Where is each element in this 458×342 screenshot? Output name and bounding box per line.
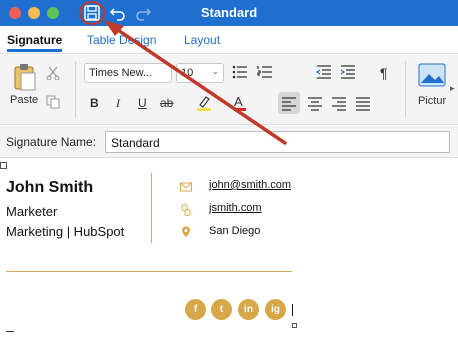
pilcrow-icon[interactable]: ¶ — [380, 65, 388, 81]
ribbon-separator — [75, 61, 76, 117]
tab-table-design[interactable]: Table Design — [87, 33, 156, 47]
highlighter-icon[interactable] — [196, 94, 212, 117]
signature-editor[interactable]: John Smith Marketer Marketing | HubSpot … — [0, 159, 458, 342]
signature-name-input[interactable]: Standard — [105, 131, 450, 153]
align-center-button[interactable] — [304, 92, 326, 119]
ribbon-separator — [405, 61, 406, 117]
instagram-icon[interactable]: ig — [265, 299, 286, 320]
signature-bottom-rule — [6, 271, 292, 272]
linkedin-icon[interactable]: in — [238, 299, 259, 320]
signature-website[interactable]: jsmith.com — [209, 202, 262, 214]
link-icon — [180, 203, 192, 216]
tab-signature[interactable]: Signature — [7, 33, 63, 52]
title-bar: Standard — [0, 0, 458, 26]
justify-button[interactable] — [352, 92, 374, 119]
picture-label: Pictur — [418, 95, 447, 107]
signature-location: San Diego — [209, 225, 261, 237]
ribbon-overflow-icon[interactable]: ▸ — [450, 83, 455, 94]
signature-person-name: John Smith — [6, 179, 94, 196]
signature-name-label: Signature Name: — [6, 135, 97, 149]
location-pin-icon — [180, 225, 192, 237]
paste-label: Paste — [10, 94, 39, 106]
table-move-handle[interactable] — [0, 162, 7, 169]
tab-layout[interactable]: Layout — [184, 33, 220, 47]
window-title: Standard — [200, 5, 258, 20]
signature-name-bar: Signature Name: Standard — [0, 126, 458, 158]
picture-icon[interactable] — [418, 63, 446, 92]
table-resize-handle[interactable] — [292, 323, 297, 328]
increase-indent-icon[interactable] — [340, 65, 356, 84]
text-cursor — [292, 304, 293, 316]
font-color-button[interactable]: A — [234, 94, 246, 111]
email-icon — [180, 180, 192, 192]
font-name-value: Times New... — [89, 67, 153, 79]
align-left-button[interactable] — [278, 92, 300, 114]
signature-job-title: Marketer — [6, 204, 58, 219]
twitter-icon[interactable]: t — [211, 299, 232, 320]
chevron-down-icon: ⌄ — [211, 66, 219, 76]
signature-divider — [151, 173, 152, 243]
ribbon-tabs: Signature Table Design Layout — [0, 26, 458, 54]
align-right-button[interactable] — [328, 92, 350, 119]
signature-company: Marketing | HubSpot — [6, 224, 125, 239]
font-size-combo[interactable]: 10 ⌄ — [176, 63, 224, 83]
paste-icon[interactable] — [12, 62, 38, 97]
font-color-glyph: A — [234, 94, 243, 109]
strikethrough-button[interactable]: ab — [160, 96, 173, 110]
underline-button[interactable]: U — [138, 96, 147, 110]
facebook-icon[interactable]: f — [185, 299, 206, 320]
bold-button[interactable]: B — [90, 96, 99, 110]
bullets-icon[interactable] — [232, 65, 248, 84]
signature-email[interactable]: john@smith.com — [209, 179, 291, 191]
font-name-combo[interactable]: Times New... — [84, 63, 172, 83]
italic-button[interactable]: I — [116, 96, 120, 111]
cut-icon[interactable] — [46, 66, 60, 85]
ribbon-toolbar: Paste Times New... 10 ⌄ ¶ B I U ab A Pic… — [0, 55, 458, 125]
numbering-icon[interactable] — [257, 65, 273, 84]
decrease-indent-icon[interactable] — [315, 65, 332, 84]
font-size-value: 10 — [181, 67, 194, 79]
signature-separator-dash — [6, 331, 14, 332]
copy-icon[interactable] — [46, 95, 60, 114]
